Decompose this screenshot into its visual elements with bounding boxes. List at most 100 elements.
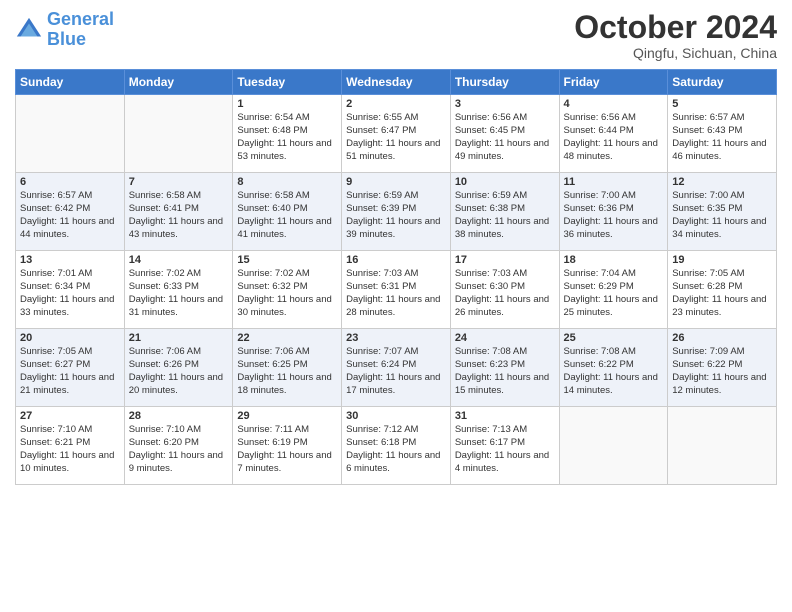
day-info: Sunrise: 6:59 AMSunset: 6:38 PMDaylight:… [455,190,555,241]
day-info: Sunrise: 7:10 AMSunset: 6:20 PMDaylight:… [129,424,229,475]
day-info: Sunrise: 7:07 AMSunset: 6:24 PMDaylight:… [346,346,446,397]
subtitle: Qingfu, Sichuan, China [574,45,777,61]
day-number: 3 [455,98,555,110]
day-info: Sunrise: 7:01 AMSunset: 6:34 PMDaylight:… [20,268,120,319]
day-number: 27 [20,410,120,422]
main-title: October 2024 [574,10,777,45]
calendar-cell: 28 Sunrise: 7:10 AMSunset: 6:20 PMDayligh… [124,407,233,485]
day-number: 1 [237,98,337,110]
day-number: 6 [20,176,120,188]
calendar-week-5: 27Sunrise: 7:10 AMSunset: 6:21 PMDayligh… [16,407,777,485]
day-info: Sunrise: 7:13 AMSunset: 6:17 PMDaylight:… [455,424,555,475]
day-number: 17 [455,254,555,266]
calendar-cell: 31 Sunrise: 7:13 AMSunset: 6:17 PMDayligh… [450,407,559,485]
day-number: 15 [237,254,337,266]
day-info: Sunrise: 7:06 AMSunset: 6:25 PMDaylight:… [237,346,337,397]
calendar-cell: 14Sunrise: 7:02 AMSunset: 6:33 PMDayligh… [124,251,233,329]
day-number: 5 [672,98,772,110]
day-number: 10 [455,176,555,188]
logo-icon [15,16,43,44]
calendar-cell: 25 Sunrise: 7:08 AMSunset: 6:22 PMDayligh… [559,329,668,407]
day-info: Sunrise: 6:55 AMSunset: 6:47 PMDaylight:… [346,112,446,163]
calendar-cell [124,95,233,173]
calendar-header-sunday: Sunday [16,70,125,95]
day-number: 16 [346,254,446,266]
calendar-week-4: 20Sunrise: 7:05 AMSunset: 6:27 PMDayligh… [16,329,777,407]
day-number: 9 [346,176,446,188]
day-number: 22 [237,332,337,344]
calendar-cell: 2 Sunrise: 6:55 AMSunset: 6:47 PMDaylight… [342,95,451,173]
calendar-cell: 10 Sunrise: 6:59 AMSunset: 6:38 PMDayligh… [450,173,559,251]
calendar-week-2: 6 Sunrise: 6:57 AMSunset: 6:42 PMDaylight… [16,173,777,251]
day-info: Sunrise: 6:57 AMSunset: 6:43 PMDaylight:… [672,112,772,163]
day-number: 12 [672,176,772,188]
calendar-cell: 15 Sunrise: 7:02 AMSunset: 6:32 PMDayligh… [233,251,342,329]
calendar-cell [559,407,668,485]
calendar-header-row: SundayMondayTuesdayWednesdayThursdayFrid… [16,70,777,95]
calendar-header-tuesday: Tuesday [233,70,342,95]
calendar-cell: 12 Sunrise: 7:00 AMSunset: 6:35 PMDayligh… [668,173,777,251]
day-number: 13 [20,254,120,266]
day-info: Sunrise: 7:09 AMSunset: 6:22 PMDaylight:… [672,346,772,397]
calendar-cell: 18 Sunrise: 7:04 AMSunset: 6:29 PMDayligh… [559,251,668,329]
day-info: Sunrise: 6:59 AMSunset: 6:39 PMDaylight:… [346,190,446,241]
day-number: 31 [455,410,555,422]
calendar-cell: 27Sunrise: 7:10 AMSunset: 6:21 PMDayligh… [16,407,125,485]
day-info: Sunrise: 6:58 AMSunset: 6:41 PMDaylight:… [129,190,229,241]
calendar-cell: 7Sunrise: 6:58 AMSunset: 6:41 PMDaylight… [124,173,233,251]
day-info: Sunrise: 6:54 AMSunset: 6:48 PMDaylight:… [237,112,337,163]
day-info: Sunrise: 7:12 AMSunset: 6:18 PMDaylight:… [346,424,446,475]
calendar-cell: 8Sunrise: 6:58 AMSunset: 6:40 PMDaylight… [233,173,342,251]
day-number: 25 [564,332,664,344]
calendar-header-monday: Monday [124,70,233,95]
day-number: 24 [455,332,555,344]
calendar-week-3: 13 Sunrise: 7:01 AMSunset: 6:34 PMDayligh… [16,251,777,329]
day-number: 26 [672,332,772,344]
logo-line2: Blue [47,29,86,49]
day-info: Sunrise: 7:05 AMSunset: 6:28 PMDaylight:… [672,268,772,319]
day-number: 28 [129,410,229,422]
day-number: 4 [564,98,664,110]
page: General Blue October 2024 Qingfu, Sichua… [0,0,792,612]
calendar-cell: 19 Sunrise: 7:05 AMSunset: 6:28 PMDayligh… [668,251,777,329]
logo-line1: General [47,9,114,29]
day-info: Sunrise: 7:00 AMSunset: 6:35 PMDaylight:… [672,190,772,241]
day-info: Sunrise: 7:08 AMSunset: 6:22 PMDaylight:… [564,346,664,397]
calendar-cell: 13 Sunrise: 7:01 AMSunset: 6:34 PMDayligh… [16,251,125,329]
day-info: Sunrise: 7:04 AMSunset: 6:29 PMDaylight:… [564,268,664,319]
day-number: 30 [346,410,446,422]
calendar-header-thursday: Thursday [450,70,559,95]
day-info: Sunrise: 6:58 AMSunset: 6:40 PMDaylight:… [237,190,337,241]
calendar-cell: 1 Sunrise: 6:54 AMSunset: 6:48 PMDaylight… [233,95,342,173]
day-info: Sunrise: 6:56 AMSunset: 6:45 PMDaylight:… [455,112,555,163]
calendar-cell: 9 Sunrise: 6:59 AMSunset: 6:39 PMDaylight… [342,173,451,251]
calendar-week-1: 1 Sunrise: 6:54 AMSunset: 6:48 PMDaylight… [16,95,777,173]
day-number: 21 [129,332,229,344]
day-info: Sunrise: 7:05 AMSunset: 6:27 PMDaylight:… [20,346,120,397]
calendar-cell: 5 Sunrise: 6:57 AMSunset: 6:43 PMDaylight… [668,95,777,173]
calendar-cell: 3 Sunrise: 6:56 AMSunset: 6:45 PMDaylight… [450,95,559,173]
logo-text: General Blue [47,10,114,50]
day-info: Sunrise: 7:06 AMSunset: 6:26 PMDaylight:… [129,346,229,397]
calendar-cell: 4 Sunrise: 6:56 AMSunset: 6:44 PMDaylight… [559,95,668,173]
calendar-cell [668,407,777,485]
calendar-cell: 24Sunrise: 7:08 AMSunset: 6:23 PMDayligh… [450,329,559,407]
day-info: Sunrise: 7:11 AMSunset: 6:19 PMDaylight:… [237,424,337,475]
calendar-header-saturday: Saturday [668,70,777,95]
logo: General Blue [15,10,114,50]
day-info: Sunrise: 6:56 AMSunset: 6:44 PMDaylight:… [564,112,664,163]
day-number: 11 [564,176,664,188]
calendar-cell [16,95,125,173]
day-info: Sunrise: 7:00 AMSunset: 6:36 PMDaylight:… [564,190,664,241]
calendar-header-friday: Friday [559,70,668,95]
day-number: 19 [672,254,772,266]
day-info: Sunrise: 7:02 AMSunset: 6:33 PMDaylight:… [129,268,229,319]
day-info: Sunrise: 7:02 AMSunset: 6:32 PMDaylight:… [237,268,337,319]
day-info: Sunrise: 7:03 AMSunset: 6:31 PMDaylight:… [346,268,446,319]
day-info: Sunrise: 6:57 AMSunset: 6:42 PMDaylight:… [20,190,120,241]
calendar-cell: 20Sunrise: 7:05 AMSunset: 6:27 PMDayligh… [16,329,125,407]
day-number: 2 [346,98,446,110]
day-number: 18 [564,254,664,266]
calendar-cell: 11 Sunrise: 7:00 AMSunset: 6:36 PMDayligh… [559,173,668,251]
day-info: Sunrise: 7:03 AMSunset: 6:30 PMDaylight:… [455,268,555,319]
